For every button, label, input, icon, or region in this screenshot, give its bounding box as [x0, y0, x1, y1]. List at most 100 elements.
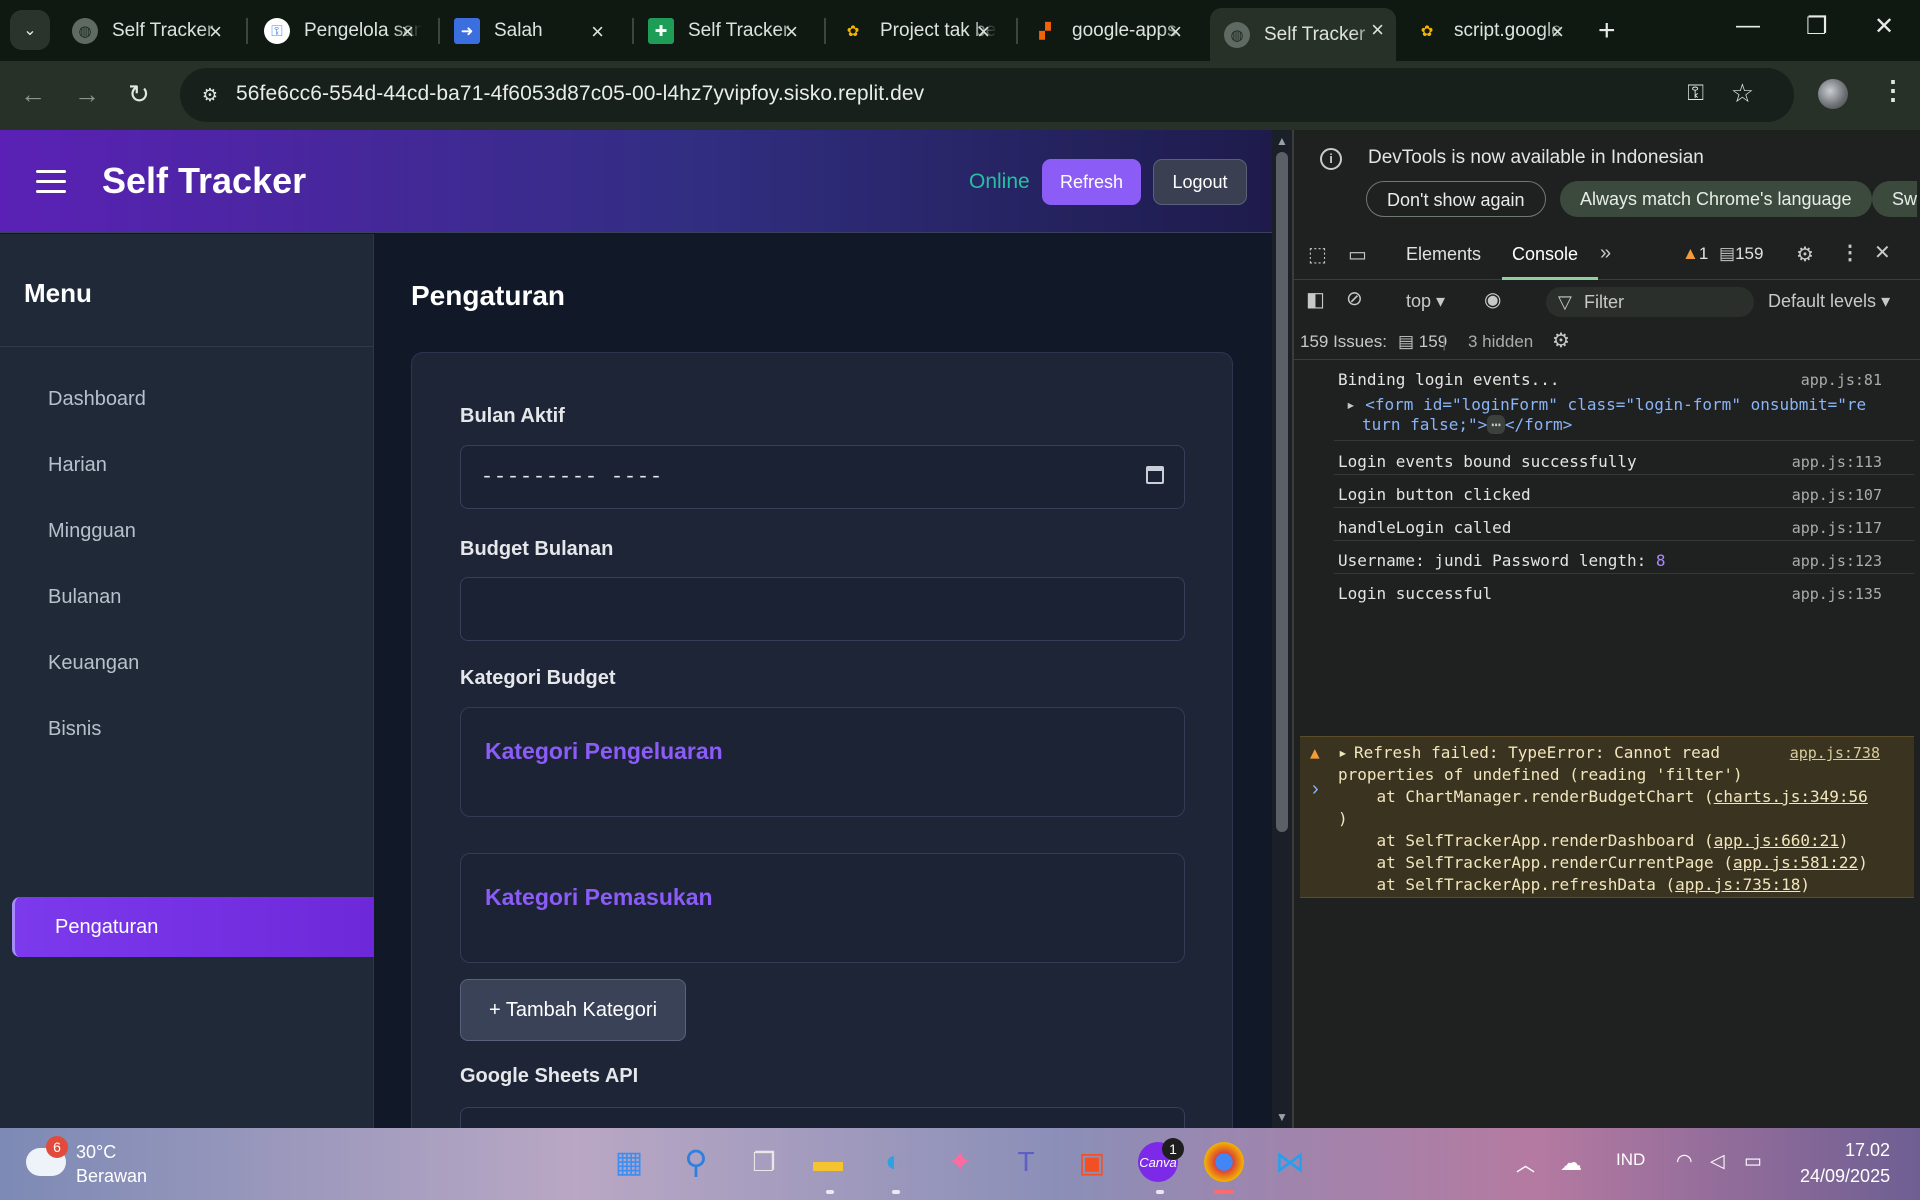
close-tab-icon[interactable]: ×: [591, 19, 604, 45]
console-log-form[interactable]: ▸ <form id="loginForm" class="login-form…: [1346, 395, 1886, 414]
bulan-aktif-input[interactable]: --------- ----: [460, 445, 1185, 509]
browser-tab[interactable]: ✿ script.google ×: [1400, 10, 1576, 52]
copilot-icon[interactable]: ✦: [940, 1142, 980, 1182]
url-text[interactable]: 56fe6cc6-554d-44cd-ba71-4f6053d87c05-00-…: [236, 82, 924, 106]
close-tab-icon[interactable]: ×: [209, 19, 222, 45]
weather-desc[interactable]: Berawan: [76, 1166, 147, 1187]
log-source-link[interactable]: app.js:81: [1801, 371, 1882, 389]
start-icon[interactable]: ▦: [609, 1142, 649, 1182]
tab-console[interactable]: Console: [1512, 244, 1578, 265]
dont-show-again-button[interactable]: Don't show again: [1366, 181, 1546, 217]
sidebar-item-dashboard[interactable]: Dashboard: [48, 388, 146, 411]
close-tab-icon[interactable]: ×: [1169, 19, 1182, 45]
logout-button[interactable]: Logout: [1153, 159, 1247, 205]
close-tab-icon[interactable]: ×: [401, 19, 414, 45]
task-view-icon[interactable]: ❐: [744, 1142, 784, 1182]
log-source-link[interactable]: app.js:135: [1792, 585, 1882, 603]
volume-icon[interactable]: ◁: [1710, 1150, 1725, 1173]
browser-tab[interactable]: ⚿ Pengelola sandi ×: [250, 10, 426, 52]
vscode-icon[interactable]: ⋈: [1270, 1142, 1310, 1182]
page-scrollbar[interactable]: ▲ ▼: [1272, 130, 1292, 1128]
log-levels-dropdown[interactable]: Default levels ▾: [1768, 291, 1890, 312]
sidebar-item-mingguan[interactable]: Mingguan: [48, 520, 136, 543]
console-prompt-icon[interactable]: ›: [1312, 778, 1319, 801]
context-selector[interactable]: top ▾: [1406, 291, 1445, 312]
close-window-icon[interactable]: ✕: [1874, 12, 1894, 41]
close-tab-icon[interactable]: ×: [977, 19, 990, 45]
clock-time[interactable]: 17.02: [1845, 1140, 1890, 1161]
close-tab-icon[interactable]: ×: [1551, 19, 1564, 45]
clock-date[interactable]: 24/09/2025: [1800, 1166, 1890, 1187]
show-hidden-icons-icon[interactable]: ︿: [1516, 1150, 1535, 1177]
issues-settings-icon[interactable]: ⚙: [1552, 328, 1570, 353]
minimize-icon[interactable]: —: [1736, 12, 1760, 40]
site-info-icon[interactable]: ⚙: [194, 80, 226, 110]
file-explorer-icon[interactable]: ▬: [808, 1142, 848, 1182]
profile-avatar[interactable]: [1818, 79, 1848, 109]
log-source-link[interactable]: app.js:117: [1792, 519, 1882, 537]
log-source-link[interactable]: app.js:113: [1792, 453, 1882, 471]
microsoft-store-icon[interactable]: ▣: [1072, 1142, 1112, 1182]
battery-icon[interactable]: ▭: [1744, 1150, 1762, 1173]
devtools-menu-icon[interactable]: ⋮: [1840, 240, 1860, 265]
close-tab-icon[interactable]: ×: [785, 19, 798, 45]
address-bar[interactable]: ⚙ 56fe6cc6-554d-44cd-ba71-4f6053d87c05-0…: [180, 68, 1794, 122]
log-source-link[interactable]: app.js:107: [1792, 486, 1882, 504]
sidebar-item-bulanan[interactable]: Bulanan: [48, 586, 121, 609]
live-expression-eye-icon[interactable]: ◉: [1484, 287, 1501, 312]
error-source-link[interactable]: app.js:738: [1790, 744, 1880, 762]
wifi-icon[interactable]: ◠: [1676, 1150, 1693, 1173]
hamburger-menu-icon[interactable]: [36, 170, 66, 200]
tab-search-button[interactable]: ⌄: [10, 10, 50, 50]
weather-temp[interactable]: 30°C: [76, 1142, 116, 1163]
teams-icon[interactable]: T: [1006, 1142, 1046, 1182]
browser-tab[interactable]: ✿ Project tak berjudul ×: [826, 10, 1002, 52]
sidebar-item-keuangan[interactable]: Keuangan: [48, 652, 139, 675]
clear-console-icon[interactable]: ⊘: [1346, 286, 1363, 311]
add-category-button[interactable]: + Tambah Kategori: [460, 979, 686, 1041]
settings-gear-icon[interactable]: ⚙: [1796, 242, 1814, 267]
issues-badge[interactable]: ▲1 ▤159: [1682, 244, 1763, 264]
inspect-element-icon[interactable]: ⬚: [1308, 242, 1327, 267]
password-key-icon[interactable]: ⚿: [1687, 80, 1704, 106]
close-tab-icon[interactable]: ×: [1371, 17, 1384, 43]
new-tab-icon[interactable]: +: [1598, 14, 1616, 48]
sidebar-item-bisnis[interactable]: Bisnis: [48, 718, 101, 741]
expand-triangle-icon[interactable]: ▸: [1338, 743, 1348, 762]
switch-language-button[interactable]: Sw: [1872, 181, 1918, 217]
edge-icon[interactable]: ◐: [874, 1142, 914, 1182]
stack-link[interactable]: app.js:735:18: [1675, 875, 1800, 894]
stack-link[interactable]: charts.js:349:56: [1714, 787, 1868, 806]
browser-tab[interactable]: ✚ Self Tracker ×: [634, 10, 810, 52]
scroll-thumb[interactable]: [1276, 152, 1288, 832]
browser-tab[interactable]: ▞ google-apps ×: [1018, 10, 1194, 52]
budget-bulanan-input[interactable]: [460, 577, 1185, 641]
reload-icon[interactable]: ↻: [128, 79, 150, 110]
browser-tab[interactable]: ◍ Self Tracker ×: [58, 10, 234, 52]
issues-count[interactable]: ▤ 159: [1398, 332, 1447, 352]
chrome-icon[interactable]: [1204, 1142, 1244, 1182]
restore-icon[interactable]: ❐: [1806, 12, 1828, 41]
close-devtools-icon[interactable]: ✕: [1874, 240, 1891, 265]
back-icon[interactable]: ←: [20, 79, 46, 110]
onedrive-cloud-icon[interactable]: ☁: [1560, 1150, 1582, 1176]
scroll-down-icon[interactable]: ▼: [1276, 1110, 1288, 1124]
browser-tab[interactable]: ➜ Salah ×: [440, 10, 616, 52]
forward-icon[interactable]: →: [74, 79, 100, 110]
stack-link[interactable]: app.js:660:21: [1714, 831, 1839, 850]
ellipsis-icon[interactable]: ⋯: [1487, 415, 1505, 434]
sidebar-toggle-icon[interactable]: ◧: [1306, 287, 1325, 312]
refresh-button[interactable]: Refresh: [1042, 159, 1141, 205]
search-icon[interactable]: ⚲: [676, 1142, 716, 1182]
language-indicator[interactable]: IND: [1616, 1150, 1645, 1170]
more-tabs-icon[interactable]: »: [1600, 242, 1611, 265]
device-toolbar-icon[interactable]: ▭: [1348, 242, 1367, 267]
sidebar-item-pengaturan[interactable]: Pengaturan: [12, 897, 374, 957]
issues-label[interactable]: 159 Issues:: [1300, 332, 1387, 352]
tab-elements[interactable]: Elements: [1406, 244, 1481, 265]
scroll-up-icon[interactable]: ▲: [1276, 134, 1288, 148]
log-source-link[interactable]: app.js:123: [1792, 552, 1882, 570]
sidebar-item-harian[interactable]: Harian: [48, 454, 107, 477]
expand-triangle-icon[interactable]: ▸: [1346, 395, 1365, 414]
calendar-icon[interactable]: [1146, 466, 1164, 484]
